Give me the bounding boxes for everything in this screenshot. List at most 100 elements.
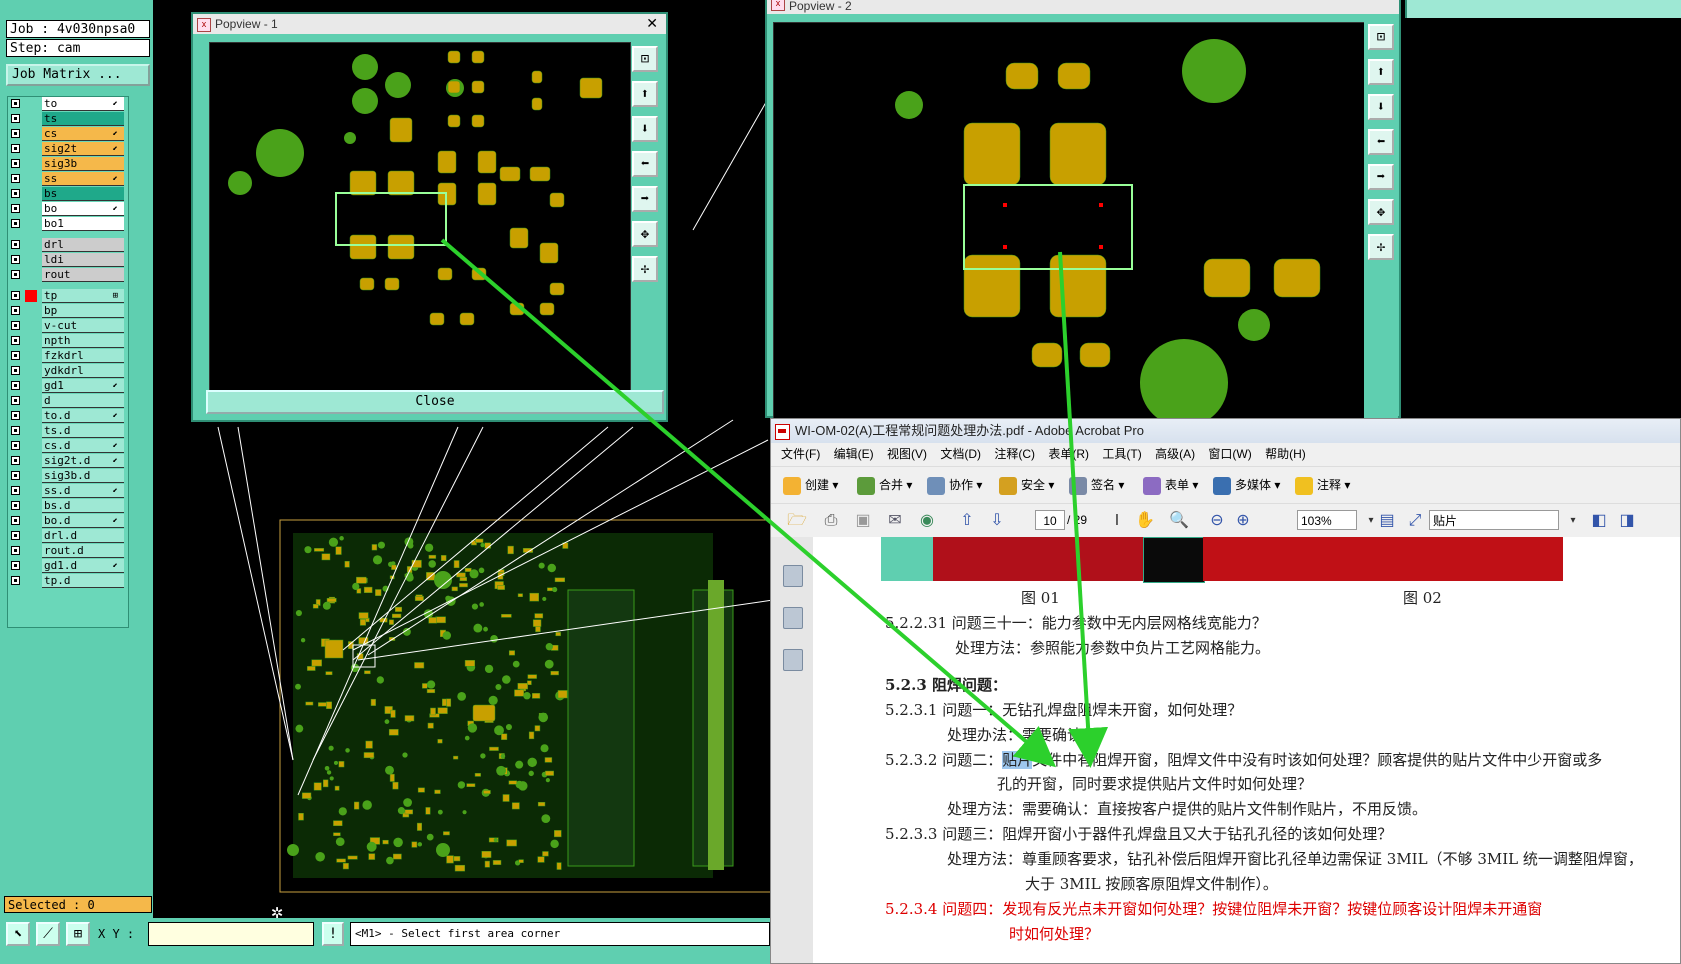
find-dropdown-icon[interactable]: ▾: [1561, 510, 1585, 532]
layer-row-gd1[interactable]: gd1 ⬋: [8, 379, 128, 394]
popview2-pan-down-icon[interactable]: ⬇: [1368, 94, 1394, 120]
layer-row-fzkdrl[interactable]: fzkdrl: [8, 349, 128, 364]
exclamation-button[interactable]: !: [322, 922, 344, 946]
secure-button[interactable]: 安全 ▾: [999, 475, 1054, 495]
popview2-pan-left-icon[interactable]: ⬅: [1368, 129, 1394, 155]
fit-page-icon[interactable]: ▤: [1375, 510, 1399, 532]
popview2-pan-up-icon[interactable]: ⬆: [1368, 59, 1394, 85]
layer-row-npth[interactable]: npth: [8, 334, 128, 349]
find-next-icon[interactable]: ◨: [1615, 510, 1639, 532]
popview1-zoom-in-icon[interactable]: ✥: [632, 221, 658, 247]
popview1-pan-up-icon[interactable]: ⬆: [632, 81, 658, 107]
comment-button[interactable]: 注释 ▾: [1295, 475, 1350, 495]
popview2-pan-right-icon[interactable]: ➡: [1368, 164, 1394, 190]
popview1-canvas[interactable]: [209, 42, 631, 396]
layer-row-ydkdrl[interactable]: ydkdrl: [8, 364, 128, 379]
layer-row-bs-d[interactable]: bs.d: [8, 499, 128, 514]
collaborate-button[interactable]: 协作 ▾: [927, 475, 982, 495]
layer-checkbox[interactable]: [11, 411, 20, 420]
popview1-titlebar[interactable]: x Popview - 1 ✕: [193, 14, 666, 34]
popview2-canvas[interactable]: [773, 22, 1365, 420]
popview1-zoom-out-icon[interactable]: ✢: [632, 256, 658, 282]
layer-row-rout[interactable]: rout: [8, 268, 128, 283]
pages-panel-icon[interactable]: [783, 565, 803, 587]
menu-edit[interactable]: 编辑(E): [834, 443, 874, 465]
find-previous-icon[interactable]: ◧: [1587, 510, 1611, 532]
next-page-icon[interactable]: ⇩: [985, 510, 1009, 532]
layer-checkbox[interactable]: [11, 366, 20, 375]
popview2-zoom-in-icon[interactable]: ✥: [1368, 199, 1394, 225]
layer-row-drl[interactable]: drl: [8, 238, 128, 253]
layer-row-bo-d[interactable]: bo.d ⬋: [8, 514, 128, 529]
select-tool-icon[interactable]: ⬉: [6, 922, 30, 946]
print-icon[interactable]: ⎙: [819, 510, 843, 532]
layer-checkbox[interactable]: [11, 351, 20, 360]
save-icon[interactable]: ▣: [851, 510, 875, 532]
prev-page-icon[interactable]: ⇧: [955, 510, 979, 532]
layer-checkbox[interactable]: [11, 159, 20, 168]
layer-row-bo[interactable]: bo ⬋: [8, 202, 128, 217]
layer-checkbox[interactable]: [11, 321, 20, 330]
email-icon[interactable]: ✉: [883, 510, 907, 532]
pdf-document-area[interactable]: 图 01 图 02 5.2.2.31 问题三十一：能力参数中无内层网格线宽能力？…: [813, 537, 1680, 963]
layer-row-sig3b[interactable]: sig3b: [8, 157, 128, 172]
acrobat-titlebar[interactable]: WI-OM-02(A)工程常规问题处理办法.pdf - Adobe Acroba…: [771, 419, 1680, 443]
menu-document[interactable]: 文档(D): [940, 443, 981, 465]
layer-row-sig2t[interactable]: sig2t ⬋: [8, 142, 128, 157]
layer-checkbox[interactable]: [11, 291, 20, 300]
layer-checkbox[interactable]: [11, 456, 20, 465]
popview1-close-button[interactable]: Close: [206, 390, 664, 414]
popview1-close-icon[interactable]: ✕: [646, 14, 658, 34]
popview2-zoom-fit-icon[interactable]: ⊡: [1368, 24, 1394, 50]
layer-checkbox[interactable]: [11, 240, 20, 249]
menu-advanced[interactable]: 高级(A): [1155, 443, 1195, 465]
multimedia-button[interactable]: 多媒体 ▾: [1213, 475, 1280, 495]
layer-row-ts-d[interactable]: ts.d: [8, 424, 128, 439]
layer-row-ss[interactable]: ss ⬋: [8, 172, 128, 187]
menu-help[interactable]: 帮助(H): [1265, 443, 1306, 465]
layer-checkbox[interactable]: [11, 99, 20, 108]
create-button[interactable]: 创建 ▾: [783, 475, 838, 495]
layer-row-tp[interactable]: tp ⊞: [8, 289, 128, 304]
hand-tool-icon[interactable]: ✋: [1133, 510, 1157, 532]
layer-row-bo1[interactable]: bo1: [8, 217, 128, 232]
layer-checkbox[interactable]: [11, 174, 20, 183]
layer-checkbox[interactable]: [11, 381, 20, 390]
layer-checkbox[interactable]: [11, 426, 20, 435]
layer-checkbox[interactable]: [11, 270, 20, 279]
menu-view[interactable]: 视图(V): [887, 443, 927, 465]
layer-row-to-d[interactable]: to.d ⬋: [8, 409, 128, 424]
popview1-pan-right-icon[interactable]: ➡: [632, 186, 658, 212]
job-matrix-button[interactable]: Job Matrix ...: [6, 64, 150, 86]
layer-row-sig2t-d[interactable]: sig2t.d ⬋: [8, 454, 128, 469]
xy-input[interactable]: [148, 922, 314, 946]
combine-button[interactable]: 合并 ▾: [857, 475, 912, 495]
layer-checkbox[interactable]: [11, 219, 20, 228]
layer-row-cs[interactable]: cs ⬋: [8, 127, 128, 142]
open-folder-icon[interactable]: 🗁: [785, 510, 809, 532]
layer-row-gd1-d[interactable]: gd1.d ⬋: [8, 559, 128, 574]
upload-icon[interactable]: ◉: [915, 510, 939, 532]
layer-checkbox[interactable]: [11, 501, 20, 510]
zoom-level-select[interactable]: 103%: [1297, 510, 1357, 530]
layer-checkbox[interactable]: [11, 204, 20, 213]
layer-row-ss-d[interactable]: ss.d ⬋: [8, 484, 128, 499]
layer-checkbox[interactable]: [11, 576, 20, 585]
layer-checkbox[interactable]: [11, 306, 20, 315]
layer-checkbox[interactable]: [11, 441, 20, 450]
layer-row-d[interactable]: d: [8, 394, 128, 409]
layer-checkbox[interactable]: [11, 144, 20, 153]
zoom-out-icon[interactable]: ⊖: [1205, 510, 1229, 532]
find-input[interactable]: 贴片: [1429, 510, 1559, 530]
page-number-input[interactable]: 10: [1035, 510, 1065, 530]
text-select-icon[interactable]: I: [1105, 510, 1129, 532]
layer-checkbox[interactable]: [11, 546, 20, 555]
popview1-pan-left-icon[interactable]: ⬅: [632, 151, 658, 177]
layer-checkbox[interactable]: [11, 189, 20, 198]
grid-tool-icon[interactable]: ⊞: [66, 922, 90, 946]
layer-row-sig3b-d[interactable]: sig3b.d: [8, 469, 128, 484]
fit-width-icon[interactable]: ⤢: [1403, 510, 1427, 532]
layer-row-ts[interactable]: ts: [8, 112, 128, 127]
layer-checkbox[interactable]: [11, 129, 20, 138]
signatures-panel-icon[interactable]: [783, 649, 803, 671]
